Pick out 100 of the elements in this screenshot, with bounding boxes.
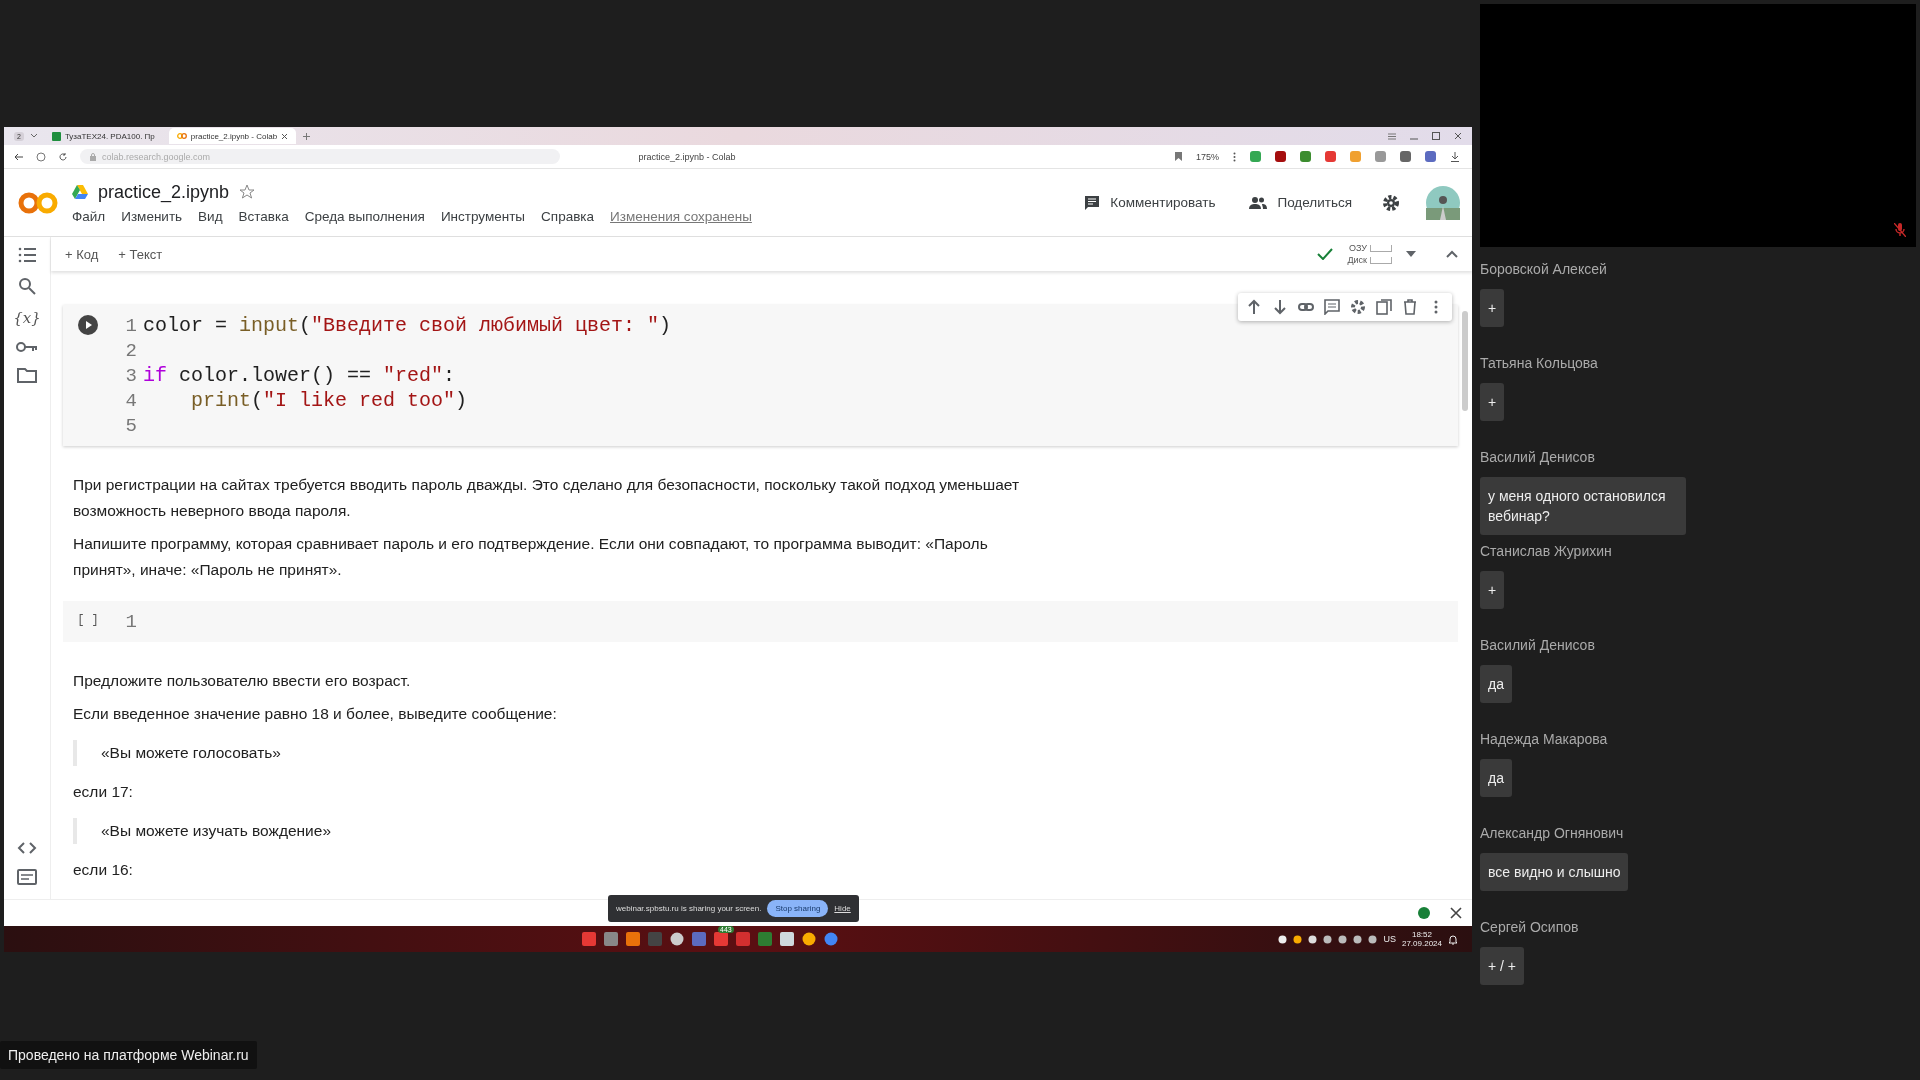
extension-icon[interactable] — [1275, 151, 1286, 162]
settings-icon[interactable] — [1350, 299, 1366, 315]
reload-icon[interactable] — [58, 151, 68, 162]
more-icon[interactable] — [1233, 151, 1236, 162]
code-icon[interactable] — [17, 841, 37, 855]
line-number: 1 — [124, 610, 137, 633]
save-status-link[interactable]: Изменения сохранены — [610, 208, 752, 224]
run-icon[interactable] — [78, 315, 98, 335]
platform-label: Проведено на платформе Webinar.ru — [0, 1041, 257, 1069]
extension-icon[interactable] — [1300, 151, 1311, 162]
delete-icon[interactable] — [1402, 299, 1418, 315]
extension-icon[interactable] — [1250, 151, 1261, 162]
menu-item[interactable]: Справка — [541, 208, 595, 224]
language-indicator[interactable]: US — [1383, 934, 1396, 944]
menu-item[interactable]: Среда выполнения — [304, 208, 425, 224]
mirror-icon[interactable] — [1376, 299, 1392, 315]
bell-icon[interactable] — [1448, 933, 1458, 945]
chat-message: все видно и слышно — [1480, 853, 1629, 891]
search-icon[interactable] — [18, 277, 36, 295]
hide-link[interactable]: Hide — [834, 904, 851, 913]
insert-button[interactable]: + Текст — [116, 244, 165, 264]
code-cell[interactable]: 1 color = input("Введите свой любимый цвет: ") 2 3 if color.lower() == "red": 4 print("I like red too") 5 — [63, 305, 1458, 446]
chat-author: Сергей Осипов — [1480, 919, 1579, 935]
stop-sharing-button[interactable]: Stop sharing — [767, 900, 829, 917]
folder-icon[interactable] — [17, 367, 37, 383]
colab-logo-icon[interactable] — [18, 190, 58, 215]
toc-icon[interactable] — [18, 247, 36, 263]
close-icon[interactable] — [1450, 907, 1462, 919]
muted-mic-icon — [1894, 223, 1906, 237]
menu-item[interactable]: Инструменты — [440, 208, 526, 224]
terminal-icon[interactable] — [17, 869, 37, 885]
zoom-indicator[interactable]: 175% — [1195, 151, 1219, 162]
collapse-icon[interactable] — [1446, 250, 1458, 258]
scrollbar[interactable] — [1462, 311, 1468, 411]
share-button[interactable]: Поделиться — [1245, 191, 1356, 214]
chat-author: Василий Денисов — [1480, 449, 1595, 465]
code-line: print("I like red too") — [190, 389, 468, 412]
line-number: 4 — [124, 389, 137, 412]
quote-text: «Вы можете изучать вождение» — [73, 818, 1035, 844]
paragraph: При регистрации на сайтах требуется вводить пароль дважды. Это сделано для безопасности, поскольку такой подход уменьшает возможность неверного ввода пароля. — [73, 475, 1021, 521]
extension-icon[interactable] — [1400, 151, 1411, 162]
code-cell[interactable]: [ ] 1 — [63, 601, 1458, 642]
star-icon[interactable] — [239, 184, 256, 200]
chevron-icon[interactable] — [29, 132, 38, 140]
arrow-up-icon[interactable] — [1246, 299, 1262, 315]
menu-item[interactable]: Изменить — [121, 208, 183, 224]
avatar-icon[interactable] — [1426, 185, 1460, 220]
variables-icon[interactable]: {x} — [13, 309, 41, 327]
resource-monitor[interactable]: ОЗУ Диск — [1347, 243, 1392, 265]
menu-item[interactable]: Файл — [72, 208, 106, 224]
chat-message: да — [1480, 759, 1512, 797]
extension-icon[interactable] — [1325, 151, 1336, 162]
close-icon[interactable] — [1454, 132, 1462, 140]
restore-icon[interactable] — [1432, 132, 1440, 140]
code-editor[interactable]: 1 — [113, 601, 143, 642]
app-icon[interactable] — [824, 932, 838, 946]
browser-tab[interactable]: TyзaTEX24. PDA100. Пр — [43, 128, 163, 144]
page-title: practice_2.ipynb - Colab — [637, 151, 737, 162]
url-text: colab.research.google.com — [102, 151, 211, 162]
paragraph: если 16: — [73, 860, 134, 880]
comment-button[interactable]: Комментировать — [1080, 190, 1220, 215]
chat-author: Надежда Макарова — [1480, 731, 1608, 747]
chat-author: Татьяна Кольцова — [1480, 355, 1598, 371]
insert-button[interactable]: + Код — [63, 244, 101, 264]
menu-icon[interactable] — [1388, 132, 1396, 140]
paragraph: Предложите пользователю ввести его возраст. — [73, 671, 412, 691]
comment-icon[interactable] — [1324, 299, 1340, 315]
chat-message: да — [1480, 665, 1512, 703]
download-icon[interactable] — [1450, 151, 1460, 162]
line-number: 5 — [124, 414, 137, 437]
settings-icon[interactable] — [1382, 193, 1400, 212]
code-line: color = input("Введите свой любимый цвет: ") — [143, 314, 672, 337]
menu-item[interactable]: Вид — [198, 208, 223, 224]
code-line: if color.lower() == "red": — [143, 364, 456, 387]
comment-icon — [1084, 194, 1101, 211]
back-icon[interactable] — [14, 151, 24, 162]
chat-author: Василий Денисов — [1480, 637, 1595, 653]
arrow-down-icon[interactable] — [1272, 299, 1288, 315]
paragraph: Напишите программу, которая сравнивает пароль и его подтверждение. Если они совпадают, то программа выводит: «Пароль принят», иначе: «Пароль не принят». — [73, 534, 989, 580]
code-editor[interactable]: 1 color = input("Введите свой любимый цвет: ") 2 3 if color.lower() == "red": 4 print("I like red too") 5 — [113, 305, 672, 446]
paragraph: Если введенное значение равно 18 и более, выведите сообщение: — [73, 704, 558, 724]
sharing-message: webinar.spbstu.ru is sharing your screen. — [616, 904, 762, 913]
clock-date[interactable]: 27.09.2024 — [1401, 939, 1442, 948]
browser-tab[interactable]: practice_2.ipynb - Colab — [168, 128, 297, 144]
app-icon[interactable] — [802, 932, 816, 946]
chat-message: + — [1480, 289, 1505, 327]
check-icon — [1317, 248, 1334, 260]
clock-time[interactable]: 18:52 — [1411, 930, 1432, 939]
chat-message: + / + — [1480, 947, 1525, 985]
notebook-title[interactable]: practice_2.ipynb — [98, 181, 230, 203]
bookmark-icon[interactable] — [1174, 152, 1182, 161]
people-icon — [1249, 195, 1268, 210]
key-icon[interactable] — [16, 341, 38, 353]
dropdown-icon[interactable] — [1406, 251, 1416, 257]
lock-icon — [90, 152, 96, 161]
plus-icon[interactable] — [302, 131, 312, 141]
menu-item[interactable]: Вставка — [238, 208, 289, 224]
extension-icon[interactable] — [1425, 151, 1436, 162]
app-icon[interactable] — [670, 932, 684, 946]
close-icon[interactable] — [281, 132, 289, 140]
